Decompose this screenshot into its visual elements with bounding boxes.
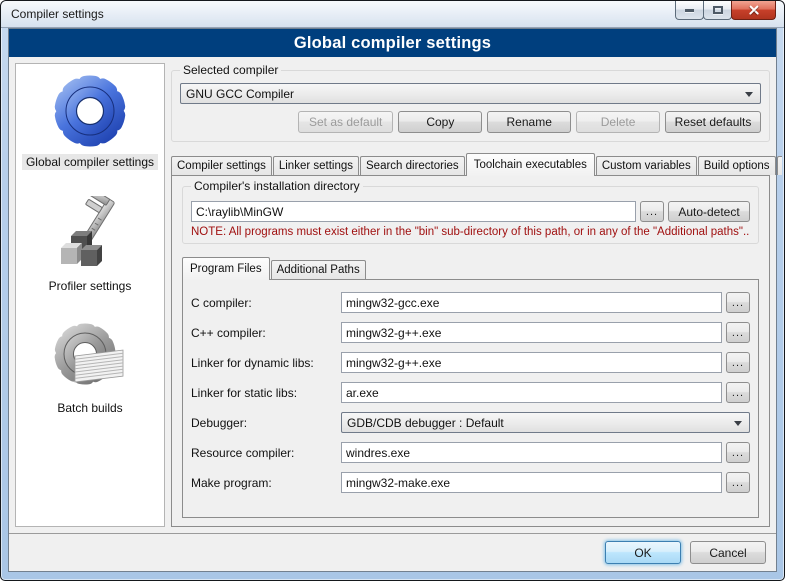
page-title: Global compiler settings [294, 34, 491, 53]
field-label: Make program: [191, 476, 341, 490]
ok-button[interactable]: OK [605, 541, 681, 564]
window-title: Compiler settings [11, 7, 104, 21]
tab-build-options[interactable]: Build options [698, 156, 776, 175]
dialog: Global compiler settings [8, 28, 777, 572]
maximize-button[interactable] [703, 1, 732, 20]
field-row-debugger: Debugger: GDB/CDB debugger : Default [191, 412, 750, 433]
tab-custom-variables[interactable]: Custom variables [596, 156, 697, 175]
browse-c-compiler-button[interactable]: ... [726, 292, 750, 313]
installation-directory-group: Compiler's installation directory ... Au… [182, 186, 759, 244]
window-controls [676, 1, 776, 20]
debugger-select-value: GDB/CDB debugger : Default [347, 416, 504, 430]
installation-directory-input[interactable] [191, 201, 636, 222]
debugger-select[interactable]: GDB/CDB debugger : Default [341, 412, 750, 433]
field-label: C++ compiler: [191, 326, 341, 340]
close-icon [747, 4, 761, 16]
sidebar-item-profiler-settings[interactable]: Profiler settings [45, 196, 136, 294]
maximize-icon [713, 6, 723, 14]
tab-compiler-settings[interactable]: Compiler settings [171, 156, 272, 175]
browse-linker-dynamic-button[interactable]: ... [726, 352, 750, 373]
field-label: Linker for static libs: [191, 386, 341, 400]
settings-sidebar: Global compiler settings [15, 63, 165, 527]
linker-dynamic-input[interactable] [341, 352, 722, 373]
resource-compiler-input[interactable] [341, 442, 722, 463]
page-header: Global compiler settings [9, 29, 776, 57]
tab-overflow [777, 156, 782, 175]
compiler-settings-window: Compiler settings Global compiler settin… [0, 0, 785, 581]
linker-static-input[interactable] [341, 382, 722, 403]
field-label: Debugger: [191, 416, 341, 430]
copy-button[interactable]: Copy [398, 111, 482, 133]
blue-gear-icon [51, 72, 129, 150]
compiler-select-value: GNU GCC Compiler [186, 87, 294, 101]
sidebar-item-batch-builds[interactable]: Batch builds [51, 320, 129, 416]
titlebar[interactable]: Compiler settings [1, 1, 784, 28]
sidebar-item-label: Global compiler settings [22, 154, 158, 170]
browse-cpp-compiler-button[interactable]: ... [726, 322, 750, 343]
selected-compiler-group: Selected compiler GNU GCC Compiler Set a… [171, 70, 770, 142]
installation-note: NOTE: All programs must exist either in … [191, 226, 750, 238]
c-compiler-input[interactable] [341, 292, 722, 313]
browse-directory-button[interactable]: ... [640, 201, 664, 222]
field-row-resource-compiler: Resource compiler: ... [191, 442, 750, 463]
sidebar-item-label: Batch builds [53, 400, 126, 416]
browse-linker-static-button[interactable]: ... [726, 382, 750, 403]
tab-search-directories[interactable]: Search directories [360, 156, 465, 175]
rename-button[interactable]: Rename [487, 111, 571, 133]
toolchain-executables-page: Compiler's installation directory ... Au… [171, 175, 770, 527]
cancel-button[interactable]: Cancel [690, 541, 766, 564]
field-row-linker-dynamic: Linker for dynamic libs: ... [191, 352, 750, 373]
tab-linker-settings[interactable]: Linker settings [273, 156, 359, 175]
chevron-down-icon [745, 92, 753, 97]
field-row-linker-static: Linker for static libs: ... [191, 382, 750, 403]
browse-resource-compiler-button[interactable]: ... [726, 442, 750, 463]
field-row-cpp-compiler: C++ compiler: ... [191, 322, 750, 343]
browse-make-program-button[interactable]: ... [726, 472, 750, 493]
tab-program-files[interactable]: Program Files [182, 257, 270, 280]
cpp-compiler-input[interactable] [341, 322, 722, 343]
program-tabstrip: Program Files Additional Paths [182, 256, 759, 279]
gray-gear-papers-icon [51, 320, 129, 396]
delete-button[interactable]: Delete [576, 111, 660, 133]
field-row-make-program: Make program: ... [191, 472, 750, 493]
field-label: Linker for dynamic libs: [191, 356, 341, 370]
installation-directory-group-label: Compiler's installation directory [191, 179, 363, 193]
tab-additional-paths[interactable]: Additional Paths [271, 260, 366, 279]
set-as-default-button[interactable]: Set as default [298, 111, 393, 133]
program-files-page: C compiler: ... C++ compiler: ... [182, 279, 759, 518]
sidebar-item-label: Profiler settings [45, 278, 136, 294]
minimize-button[interactable] [675, 1, 704, 20]
selected-compiler-group-label: Selected compiler [180, 63, 281, 77]
auto-detect-button[interactable]: Auto-detect [668, 201, 750, 222]
caliper-cubes-icon [53, 196, 127, 274]
minimize-icon [685, 9, 694, 12]
reset-defaults-button[interactable]: Reset defaults [665, 111, 761, 133]
field-label: C compiler: [191, 296, 341, 310]
settings-tabstrip: Compiler settings Linker settings Search… [171, 152, 770, 175]
make-program-input[interactable] [341, 472, 722, 493]
compiler-select[interactable]: GNU GCC Compiler [180, 83, 761, 104]
field-label: Resource compiler: [191, 446, 341, 460]
close-button[interactable] [731, 1, 776, 20]
sidebar-item-global-compiler-settings[interactable]: Global compiler settings [22, 72, 158, 170]
field-row-c-compiler: C compiler: ... [191, 292, 750, 313]
tab-toolchain-executables[interactable]: Toolchain executables [466, 153, 595, 176]
dialog-footer: OK Cancel [9, 533, 776, 571]
chevron-down-icon [734, 421, 742, 426]
